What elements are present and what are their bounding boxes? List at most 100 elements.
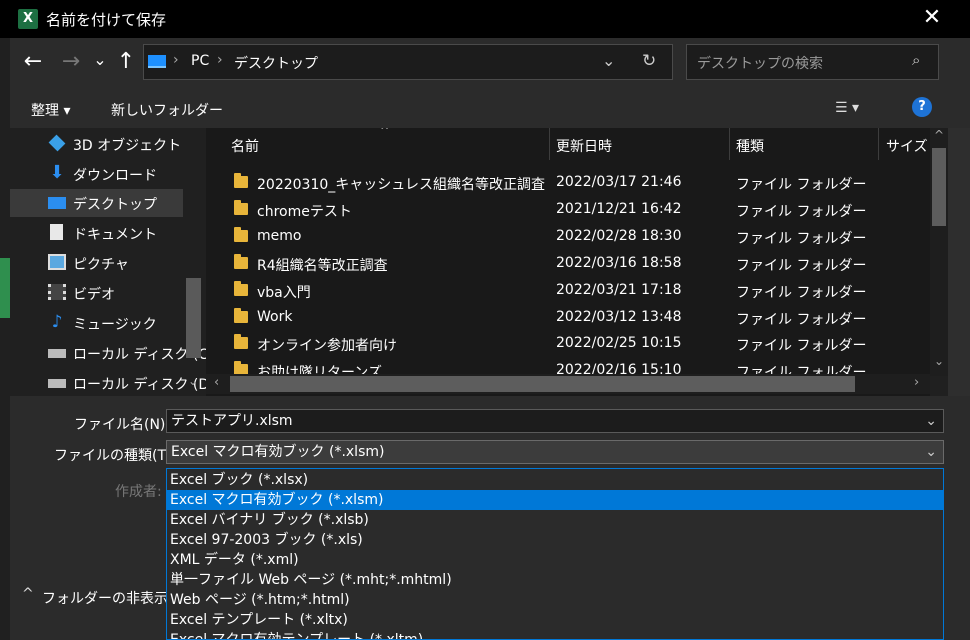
file-type: ファイル フォルダー [736, 258, 867, 274]
address-bar[interactable]: › PC › デスクトップ ⌄ ↻ [143, 44, 673, 80]
sidebar-item-videos[interactable]: ビデオ [10, 279, 183, 307]
table-row[interactable]: Work 2022/03/12 13:48 ファイル フォルダー [206, 305, 930, 332]
table-row[interactable]: R4組織名等改正調査 2022/03/16 18:58 ファイル フォルダー [206, 251, 930, 278]
filetype-option[interactable]: Excel マクロ有効テンプレート (*.xltm) [167, 630, 943, 639]
filetype-option[interactable]: Excel ブック (*.xlsx) [167, 470, 943, 490]
filetype-option-selected[interactable]: Excel マクロ有効ブック (*.xlsm) [167, 490, 943, 510]
file-name: memo [257, 228, 302, 244]
sidebar-item-label: 3D オブジェクト [73, 138, 182, 154]
up-arrow-icon[interactable]: ↑ [115, 50, 137, 74]
filename-value: テストアプリ.xlsm [171, 413, 293, 429]
sidebar-item-local-disk-c[interactable]: ローカル ディスク (C [10, 339, 208, 367]
column-divider[interactable] [878, 128, 879, 160]
file-date: 2022/03/16 18:58 [556, 255, 682, 271]
horizontal-scrollbar[interactable]: ‹ › [206, 374, 930, 394]
close-icon[interactable]: ✕ [918, 4, 946, 32]
scroll-up-icon[interactable]: ^ [934, 128, 944, 142]
file-date: 2022/02/25 10:15 [556, 335, 682, 351]
breadcrumb-chevron-icon: › [217, 52, 223, 68]
horizontal-scrollbar-thumb[interactable] [230, 376, 855, 392]
search-input[interactable]: デスクトップの検索 [697, 53, 823, 73]
scroll-down-icon[interactable]: ⌄ [934, 354, 944, 368]
desktop-icon [48, 197, 66, 209]
column-header-name[interactable]: 名前 [231, 136, 259, 156]
filetype-dropdown-list: Excel ブック (*.xlsx) Excel マクロ有効ブック (*.xls… [166, 468, 944, 640]
vertical-scrollbar[interactable]: ^ ⌄ [930, 128, 948, 376]
file-type: ファイル フォルダー [736, 285, 867, 301]
filename-dropdown-chevron-icon[interactable]: ⌄ [925, 410, 937, 432]
sidebar-item-downloads[interactable]: ⬇ ダウンロード [10, 160, 183, 188]
file-type: ファイル フォルダー [736, 177, 867, 193]
filename-field[interactable]: テストアプリ.xlsm ⌄ [166, 409, 944, 433]
picture-icon [48, 254, 66, 270]
sidebar-item-pictures[interactable]: ピクチャ [10, 249, 183, 277]
filetype-dropdown-chevron-icon[interactable]: ⌄ [925, 441, 937, 463]
breadcrumb-pc[interactable]: PC [191, 53, 209, 69]
refresh-icon[interactable]: ↻ [642, 51, 656, 71]
sidebar-item-desktop[interactable]: デスクトップ [10, 189, 183, 217]
help-icon[interactable]: ? [912, 97, 932, 117]
navigation-bar: ← → ⌄ ↑ › PC › デスクトップ ⌄ ↻ デスクトップの検索 ⌕ [10, 38, 970, 92]
file-date: 2022/02/28 18:30 [556, 228, 682, 244]
recent-locations-chevron-icon[interactable]: ⌄ [92, 48, 108, 72]
table-row[interactable]: chromeテスト 2021/12/21 16:42 ファイル フォルダー [206, 197, 930, 224]
file-name: R4組織名等改正調査 [257, 258, 388, 274]
scroll-right-icon[interactable]: › [914, 375, 919, 390]
file-type: ファイル フォルダー [736, 312, 867, 328]
filetype-option[interactable]: Web ページ (*.htm;*.html) [167, 590, 943, 610]
filetype-option[interactable]: Excel 97-2003 ブック (*.xls) [167, 530, 943, 550]
folder-icon [234, 200, 248, 215]
search-icon[interactable]: ⌕ [912, 51, 920, 69]
sidebar-item-3d-objects[interactable]: 3D オブジェクト [10, 130, 183, 158]
column-header-date[interactable]: 更新日時 [556, 136, 612, 156]
back-arrow-icon[interactable]: ← [22, 50, 44, 74]
filename-label: ファイル名(N): [74, 417, 171, 433]
file-name: 20220310_キャッシュレス組織名等改正調査 [257, 177, 545, 193]
sidebar-item-music[interactable]: ♪ ミュージック [10, 309, 183, 337]
search-box[interactable]: デスクトップの検索 ⌕ [686, 44, 939, 80]
excel-app-icon: X [18, 9, 38, 29]
file-name: chromeテスト [257, 204, 352, 220]
file-list: ^ 名前 更新日時 種類 サイズ 20220310_キャッシュレス組織名等改正調… [206, 128, 930, 396]
scroll-left-icon[interactable]: ‹ [214, 375, 219, 390]
chevron-up-icon[interactable]: ^ [22, 586, 34, 602]
column-header-row: ^ 名前 更新日時 種類 サイズ [206, 128, 930, 160]
file-name: オンライン参加者向け [257, 338, 397, 354]
filetype-select[interactable]: Excel マクロ有効ブック (*.xlsm) ⌄ [166, 440, 944, 464]
filetype-option[interactable]: Excel バイナリ ブック (*.xlsb) [167, 510, 943, 530]
sidebar-item-local-disk-d[interactable]: ローカル ディスク (D [10, 369, 209, 397]
sort-ascending-icon: ^ [380, 128, 390, 137]
file-type: ファイル フォルダー [736, 338, 867, 354]
forward-arrow-icon[interactable]: → [60, 50, 82, 74]
address-dropdown-chevron-icon[interactable]: ⌄ [602, 51, 615, 70]
table-row[interactable]: オンライン参加者向け 2022/02/25 10:15 ファイル フォルダー [206, 331, 930, 358]
column-divider[interactable] [549, 128, 550, 160]
folder-icon [234, 227, 248, 242]
filetype-option[interactable]: XML データ (*.xml) [167, 550, 943, 570]
sidebar-scrollbar-thumb[interactable] [186, 278, 201, 358]
organize-button[interactable]: 整理 ▾ [31, 100, 70, 120]
drive-icon [48, 379, 66, 388]
filetype-option[interactable]: 単一ファイル Web ページ (*.mht;*.mhtml) [167, 570, 943, 590]
table-row[interactable]: 20220310_キャッシュレス組織名等改正調査 2022/03/17 21:4… [206, 170, 930, 197]
new-folder-button[interactable]: 新しいフォルダー [111, 100, 223, 120]
column-divider[interactable] [729, 128, 730, 160]
author-label: 作成者: [115, 484, 162, 500]
table-row[interactable]: memo 2022/02/28 18:30 ファイル フォルダー [206, 224, 930, 251]
sidebar-scroll-down-icon[interactable]: ⌄ [188, 374, 198, 388]
folder-icon [234, 173, 248, 188]
file-date: 2022/03/21 17:18 [556, 282, 682, 298]
vertical-scrollbar-thumb[interactable] [932, 148, 946, 226]
column-header-size[interactable]: サイズ [886, 136, 928, 156]
view-options-icon[interactable]: ☰ ▾ [835, 100, 859, 116]
breadcrumb-desktop[interactable]: デスクトップ [234, 53, 318, 73]
file-date: 2021/12/21 16:42 [556, 201, 682, 217]
hide-folders-button[interactable]: フォルダーの非表示 [42, 588, 168, 608]
title-bar: X 名前を付けて保存 ✕ [0, 0, 970, 38]
column-header-type[interactable]: 種類 [736, 136, 764, 156]
document-icon [50, 224, 63, 240]
filetype-option[interactable]: Excel テンプレート (*.xltx) [167, 610, 943, 630]
table-row[interactable]: vba入門 2022/03/21 17:18 ファイル フォルダー [206, 278, 930, 305]
drive-icon [48, 349, 66, 358]
sidebar-item-documents[interactable]: ドキュメント [10, 219, 183, 247]
